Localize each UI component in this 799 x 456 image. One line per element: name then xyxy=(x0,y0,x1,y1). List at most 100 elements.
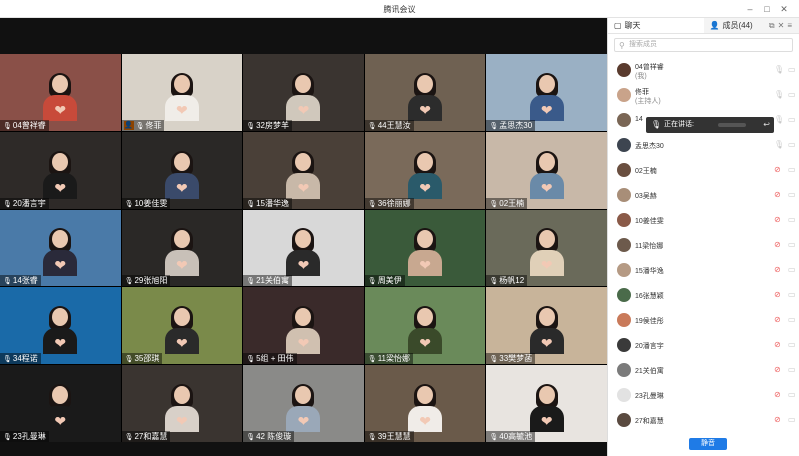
video-tile[interactable]: ❤ 🎙29张旭阳 xyxy=(121,209,243,287)
participant-name-label: 🎙佟菲 xyxy=(121,119,165,131)
member-row[interactable]: 11梁怡娜 ⊘ ▭ xyxy=(608,233,799,258)
title-bar: 腾讯会议 – □ ✕ xyxy=(0,0,799,18)
participant-name-label: 🎙11梁怡娜 xyxy=(364,353,413,365)
video-tile[interactable]: ❤ 🎙5组 + 田伟 xyxy=(243,287,364,365)
camera-icon[interactable]: ▭ xyxy=(788,415,796,424)
member-row[interactable]: 10姜佳雯 ⊘ ▭ xyxy=(608,208,799,233)
minimize-icon[interactable]: – xyxy=(744,3,756,15)
video-tile[interactable]: ❤ 🎙21关伯寓 xyxy=(243,209,364,287)
avatar xyxy=(617,163,631,177)
camera-icon[interactable]: ▭ xyxy=(788,265,796,274)
video-tile[interactable]: ❤ 🎙23孔曼琳 xyxy=(0,365,121,442)
mic-icon[interactable]: 🎙 xyxy=(774,115,784,124)
mic-icon[interactable]: 🎙 xyxy=(774,65,784,74)
member-row[interactable]: 20潘言宇 ⊘ ▭ xyxy=(608,333,799,358)
member-row[interactable]: 佟菲 (主持人) 🎙 ▭ xyxy=(608,83,799,108)
avatar xyxy=(617,188,631,202)
mic-muted-icon[interactable]: ⊘ xyxy=(774,190,781,199)
member-row[interactable]: 19侯佳彤 ⊘ ▭ xyxy=(608,308,799,333)
video-tile[interactable]: ❤ 🎙27和嘉慧 xyxy=(121,365,243,442)
camera-icon[interactable]: ▭ xyxy=(788,140,796,149)
video-tile[interactable]: ❤ 🎙40高毓池 xyxy=(486,365,607,442)
participant-name-label: 🎙04曾祥睿 xyxy=(0,119,49,131)
participant-name: 04曾祥睿 xyxy=(12,120,46,130)
video-tile[interactable]: ❤ 🎙杨帆12 xyxy=(486,209,607,287)
mic-muted-icon[interactable]: ⊘ xyxy=(774,365,781,374)
collapse-icon[interactable]: ↩ xyxy=(763,117,770,133)
video-tile[interactable]: ❤ 👤 🎙佟菲 xyxy=(121,54,243,131)
camera-icon[interactable]: ▭ xyxy=(788,190,796,199)
video-tile[interactable]: ❤ 🎙42 陈俊璇 xyxy=(243,365,364,442)
video-tile[interactable]: ❤ 🎙35邵琪 xyxy=(121,287,243,365)
camera-icon[interactable]: ▭ xyxy=(788,90,796,99)
camera-icon[interactable]: ▭ xyxy=(788,165,796,174)
video-tile[interactable]: ❤ 🎙34程诺 xyxy=(0,287,121,365)
mic-muted-icon[interactable]: ⊘ xyxy=(774,165,781,174)
camera-icon[interactable]: ▭ xyxy=(788,115,796,124)
close-icon[interactable]: ✕ xyxy=(778,3,790,15)
camera-icon[interactable]: ▭ xyxy=(788,215,796,224)
video-tile[interactable]: ❤ 🎙14张睿 xyxy=(0,209,121,287)
panel-tools[interactable]: ⧉✕≡ xyxy=(769,18,799,34)
mic-icon[interactable]: 🎙 xyxy=(774,90,784,99)
member-row[interactable]: 21关伯寓 ⊘ ▭ xyxy=(608,358,799,383)
heart-gesture-icon: ❤ xyxy=(419,257,431,274)
video-tile[interactable]: ❤ 🎙32房梦羊 xyxy=(243,54,364,131)
camera-icon[interactable]: ▭ xyxy=(788,65,796,74)
member-row[interactable]: 16张慧颖 ⊘ ▭ xyxy=(608,283,799,308)
member-row[interactable]: 孟思杰30 🎙 ▭ xyxy=(608,133,799,158)
member-row[interactable]: 23孔曼琳 ⊘ ▭ xyxy=(608,383,799,408)
mic-icon[interactable]: 🎙 xyxy=(774,140,784,149)
video-tile[interactable]: ❤ 🎙36徐丽娜 xyxy=(364,131,486,209)
participant-name-label: 🎙34程诺 xyxy=(0,353,41,365)
participant-name: 21关伯寓 xyxy=(256,276,289,286)
mic-icon: 🎙 xyxy=(3,278,12,286)
video-tile[interactable]: ❤ 🎙孟思杰30 xyxy=(486,54,607,131)
video-tile[interactable]: ❤ 🎙10姜佳雯 xyxy=(121,131,243,209)
mic-muted-icon[interactable]: ⊘ xyxy=(774,265,781,274)
member-row[interactable]: 03吴赫 ⊘ ▭ xyxy=(608,183,799,208)
member-row[interactable]: 02王楠 ⊘ ▭ xyxy=(608,158,799,183)
participant-name: 孟思杰30 xyxy=(499,120,533,130)
mic-icon: 🎙 xyxy=(651,120,662,129)
participant-name-label: 🎙20潘言宇 xyxy=(0,197,49,209)
video-tile[interactable]: ❤ 🎙20潘言宇 xyxy=(0,131,121,209)
camera-icon[interactable]: ▭ xyxy=(788,290,796,299)
mic-muted-icon[interactable]: ⊘ xyxy=(774,240,781,249)
video-tile[interactable]: ❤ 🎙04曾祥睿 xyxy=(0,54,121,131)
tab-members[interactable]: 👤 成员(44) ⧉✕≡ xyxy=(703,18,799,34)
video-tile[interactable]: ❤ 🎙02王楠 xyxy=(486,131,607,209)
mic-icon: 🎙 xyxy=(489,122,499,130)
camera-icon[interactable]: ▭ xyxy=(788,340,796,349)
mic-muted-icon[interactable]: ⊘ xyxy=(774,390,781,399)
camera-icon[interactable]: ▭ xyxy=(788,390,796,399)
maximize-icon[interactable]: □ xyxy=(761,3,773,15)
camera-icon[interactable]: ▭ xyxy=(788,315,796,324)
chat-icon: ▢ xyxy=(614,20,622,30)
tab-chat[interactable]: ▢ 聊天 xyxy=(608,18,704,33)
mic-muted-icon[interactable]: ⊘ xyxy=(774,315,781,324)
heart-gesture-icon: ❤ xyxy=(419,413,431,429)
video-tile[interactable]: ❤ 🎙44王慧汝 xyxy=(364,54,486,131)
search-input[interactable]: ⚲ 搜索成员 xyxy=(614,38,793,52)
video-tile[interactable]: ❤ 🎙39王慧慧 xyxy=(364,365,486,442)
video-tile[interactable]: ❤ 🎙周美伊 xyxy=(364,209,486,287)
member-row[interactable]: 15潘华逸 ⊘ ▭ xyxy=(608,258,799,283)
member-row[interactable]: 27和嘉慧 ⊘ ▭ xyxy=(608,408,799,433)
mic-muted-icon[interactable]: ⊘ xyxy=(774,340,781,349)
mic-icon: 🎙 xyxy=(489,356,499,364)
camera-icon[interactable]: ▭ xyxy=(788,365,796,374)
camera-icon[interactable]: ▭ xyxy=(788,240,796,249)
video-tile[interactable]: ❤ 🎙33樊梦菡 xyxy=(486,287,607,365)
mic-muted-icon[interactable]: ⊘ xyxy=(774,215,781,224)
mic-icon: 🎙 xyxy=(367,122,377,130)
mic-muted-icon[interactable]: ⊘ xyxy=(774,290,781,299)
mute-all-button[interactable]: 静音 xyxy=(689,438,727,450)
mic-muted-icon[interactable]: ⊘ xyxy=(774,415,781,424)
sidebar-tabs: ▢ 聊天 👤 成员(44) ⧉✕≡ xyxy=(608,18,799,34)
member-row[interactable]: 04曾祥睿 (我) 🎙 ▭ xyxy=(608,58,799,83)
participant-name-label: 🎙10姜佳雯 xyxy=(121,197,171,209)
sidebar: ▢ 聊天 👤 成员(44) ⧉✕≡ ⚲ 搜索成员 04曾祥睿 (我) 🎙 ▭ 佟菲 (主持… xyxy=(607,18,799,456)
video-tile[interactable]: ❤ 🎙15潘华逸 xyxy=(243,131,364,209)
video-tile[interactable]: ❤ 🎙11梁怡娜 xyxy=(364,287,486,365)
